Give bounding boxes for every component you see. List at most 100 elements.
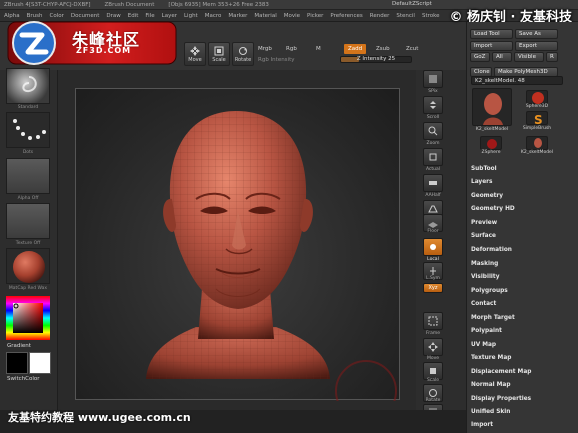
all-button[interactable]: All xyxy=(492,52,512,62)
frame-button[interactable] xyxy=(423,312,443,330)
section-layers[interactable]: Layers xyxy=(471,179,492,185)
title-memory: [Objs 6935] Mem 353+26 Free 2383 xyxy=(168,1,269,8)
z-intensity-slider[interactable]: Z Intensity 25 xyxy=(340,56,412,63)
section-texture-map[interactable]: Texture Map xyxy=(471,355,511,361)
menu-marker[interactable]: Marker xyxy=(228,13,247,19)
menu-stroke[interactable]: Stroke xyxy=(422,13,440,19)
section-subtool[interactable]: SubTool xyxy=(471,166,497,172)
tool-thumb-zsphere[interactable] xyxy=(480,136,502,150)
xyz-button[interactable]: Xyz xyxy=(423,283,443,293)
menu-movie[interactable]: Movie xyxy=(284,13,300,19)
section-unified-skin[interactable]: Unified Skin xyxy=(471,409,510,415)
section-visibility[interactable]: Visibility xyxy=(471,274,499,280)
section-geometry[interactable]: Geometry xyxy=(471,193,503,199)
standard-brush-icon xyxy=(22,76,37,93)
simplebrush-icon: S xyxy=(534,113,543,127)
aahalf-label: AAHalf xyxy=(425,193,441,198)
tool-thumb-k2-head[interactable] xyxy=(472,88,512,126)
scale-view-icon xyxy=(430,368,436,374)
primary-color-swatch[interactable] xyxy=(6,352,28,374)
r-button[interactable]: R xyxy=(546,52,558,62)
spix-button[interactable] xyxy=(423,70,443,88)
move-icon xyxy=(190,46,200,56)
section-preview[interactable]: Preview xyxy=(471,220,497,226)
section-polygroups[interactable]: Polygroups xyxy=(471,288,508,294)
alpha-thumb[interactable] xyxy=(6,158,50,194)
gradient-label[interactable]: Gradient xyxy=(7,343,31,349)
import-button[interactable]: Import xyxy=(470,41,513,51)
section-masking[interactable]: Masking xyxy=(471,261,498,267)
tool-thumb-sphere3d[interactable] xyxy=(526,90,548,104)
tool-thumb-simplebrush[interactable]: S xyxy=(526,111,548,127)
goz-button[interactable]: GoZ xyxy=(470,52,490,62)
mrgb-toggle[interactable]: Mrgb xyxy=(258,44,272,54)
scale-button[interactable]: Scale xyxy=(208,42,230,66)
svg-text:S: S xyxy=(534,113,543,126)
scroll-label: Scroll xyxy=(426,115,440,120)
section-geometry-hd[interactable]: Geometry HD xyxy=(471,206,515,212)
move-label: Move xyxy=(188,57,202,63)
local-button[interactable] xyxy=(423,238,443,256)
rotate-label: Rotate xyxy=(234,57,252,63)
menu-picker[interactable]: Picker xyxy=(307,13,323,19)
menu-material[interactable]: Material xyxy=(254,13,276,19)
section-contact[interactable]: Contact xyxy=(471,301,496,307)
lsym-label: L.Sym xyxy=(426,276,440,281)
section-normal-map[interactable]: Normal Map xyxy=(471,382,510,388)
zsub-toggle[interactable]: Zsub xyxy=(376,44,390,54)
section-polypaint[interactable]: Polypaint xyxy=(471,328,502,334)
tool-thumb-k2-small[interactable] xyxy=(526,136,548,150)
material-thumb[interactable] xyxy=(6,248,50,284)
secondary-color-swatch[interactable] xyxy=(29,352,51,374)
m-toggle[interactable]: M xyxy=(316,44,321,54)
section-import[interactable]: Import xyxy=(471,422,493,428)
actual-icon xyxy=(429,153,437,161)
menu-stencil[interactable]: Stencil xyxy=(396,13,415,19)
menu-render[interactable]: Render xyxy=(370,13,390,19)
menu-macro[interactable]: Macro xyxy=(205,13,222,19)
section-displacement-map[interactable]: Displacement Map xyxy=(471,369,531,375)
section-morph-target[interactable]: Morph Target xyxy=(471,315,515,321)
zcut-toggle[interactable]: Zcut xyxy=(406,44,418,54)
move-view-icon xyxy=(428,342,438,352)
document-canvas[interactable] xyxy=(75,88,401,422)
color-picker[interactable] xyxy=(6,296,50,340)
rotate-button[interactable]: Rotate xyxy=(232,42,254,66)
floor-icon xyxy=(428,222,438,228)
switch-color-label[interactable]: SwitchColor xyxy=(7,376,40,382)
menu-preferences[interactable]: Preferences xyxy=(330,13,362,19)
default-script-label[interactable]: DefaultZScript xyxy=(392,1,432,7)
section-display-properties[interactable]: Display Properties xyxy=(471,396,531,402)
rgb-intensity-label: Rgb Intensity xyxy=(258,57,295,63)
visible-button[interactable]: Visible xyxy=(514,52,544,62)
move-view-button[interactable] xyxy=(423,338,443,356)
head-sculpt-model[interactable] xyxy=(76,89,401,422)
watermark-bottom: 友基特约教程 www.ugee.com.cn xyxy=(8,411,191,424)
actual-label: Actual xyxy=(425,167,441,172)
section-surface[interactable]: Surface xyxy=(471,233,496,239)
floor-label: Floor xyxy=(427,229,439,234)
move-button[interactable]: Move xyxy=(184,42,206,66)
section-deformation[interactable]: Deformation xyxy=(471,247,512,253)
section-uv-map[interactable]: UV Map xyxy=(471,342,496,348)
scale-view-label: Scale xyxy=(426,378,440,383)
stroke-thumb[interactable] xyxy=(6,112,50,148)
tool-thumb-k2-head-label: K2_skeltModel xyxy=(475,127,509,132)
tool-thumb-k2-small-label: K2_skeltModel xyxy=(520,150,554,155)
load-tool-button[interactable]: Load Tool xyxy=(470,29,513,39)
zadd-toggle[interactable]: Zadd xyxy=(344,44,367,54)
menu-light[interactable]: Light xyxy=(184,13,198,19)
export-button[interactable]: Export xyxy=(515,41,558,51)
scroll-button[interactable] xyxy=(423,96,443,114)
aahalf-button[interactable] xyxy=(423,174,443,192)
tool-slider[interactable]: K2_skeltModel. 48 xyxy=(471,76,563,85)
actual-button[interactable] xyxy=(423,148,443,166)
texture-thumb[interactable] xyxy=(6,203,50,239)
zoom-label: Zoom xyxy=(426,141,440,146)
rgb-toggle[interactable]: Rgb xyxy=(286,44,297,54)
stroke-thumb-label: Dots xyxy=(22,150,34,155)
brush-thumb[interactable] xyxy=(6,68,50,104)
save-as-button[interactable]: Save As xyxy=(515,29,558,39)
head-thumb-icon xyxy=(483,93,503,125)
zoom-button[interactable] xyxy=(423,122,443,140)
